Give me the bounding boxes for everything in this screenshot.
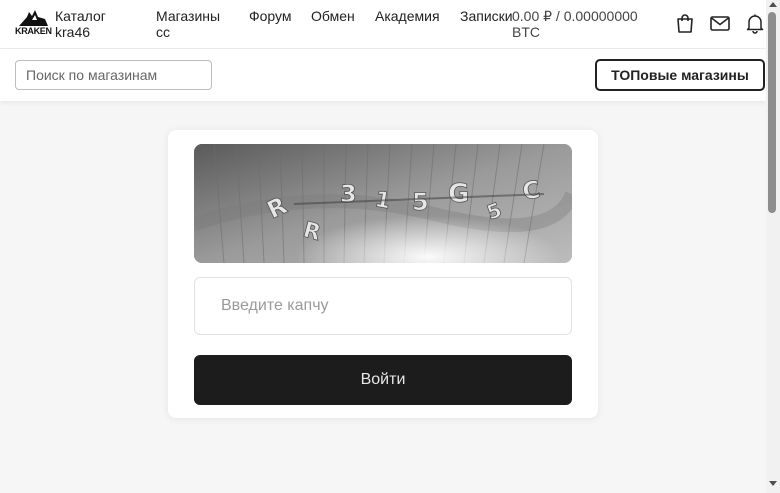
brand-title[interactable]: Каталог kra46 — [55, 8, 125, 40]
kraken-logo-icon — [19, 10, 48, 26]
balance-display: 0.00 ₽ / 0.00000000 BTC — [512, 8, 638, 40]
nav-link-academy[interactable]: Академия — [375, 8, 440, 24]
kraken-logo[interactable]: KRAKEN — [15, 8, 55, 38]
svg-text:5: 5 — [412, 188, 429, 216]
nav-link-exchange[interactable]: Обмен — [311, 8, 355, 24]
search-bar: ТОПовые магазины — [0, 49, 766, 101]
scroll-up-arrow-icon[interactable] — [769, 2, 777, 7]
scrollbar-thumb[interactable] — [768, 12, 776, 213]
top-shops-button[interactable]: ТОПовые магазины — [595, 59, 765, 91]
svg-text:G: G — [448, 179, 469, 209]
page-scrollbar[interactable] — [766, 0, 780, 493]
shopping-bag-icon[interactable] — [674, 12, 696, 34]
captcha-card: R R 3 1 5 G 5 C Войти — [168, 130, 598, 418]
mail-icon[interactable] — [709, 12, 731, 34]
svg-text:3: 3 — [340, 180, 357, 208]
top-navigation-bar: KRAKEN Каталог kra46 Магазины cc Форум О… — [0, 0, 766, 49]
shop-search-input[interactable] — [15, 60, 212, 90]
nav-link-notes[interactable]: Записки — [460, 8, 513, 24]
logo-text: KRAKEN — [15, 26, 52, 36]
bell-icon[interactable] — [744, 12, 766, 34]
captcha-image: R R 3 1 5 G 5 C — [194, 144, 572, 263]
scroll-down-arrow-icon[interactable] — [769, 481, 777, 486]
nav-link-forum[interactable]: Форум — [249, 8, 292, 24]
login-button[interactable]: Войти — [194, 355, 572, 405]
captcha-input[interactable] — [194, 277, 572, 335]
nav-link-shops[interactable]: Магазины cc — [156, 8, 236, 40]
